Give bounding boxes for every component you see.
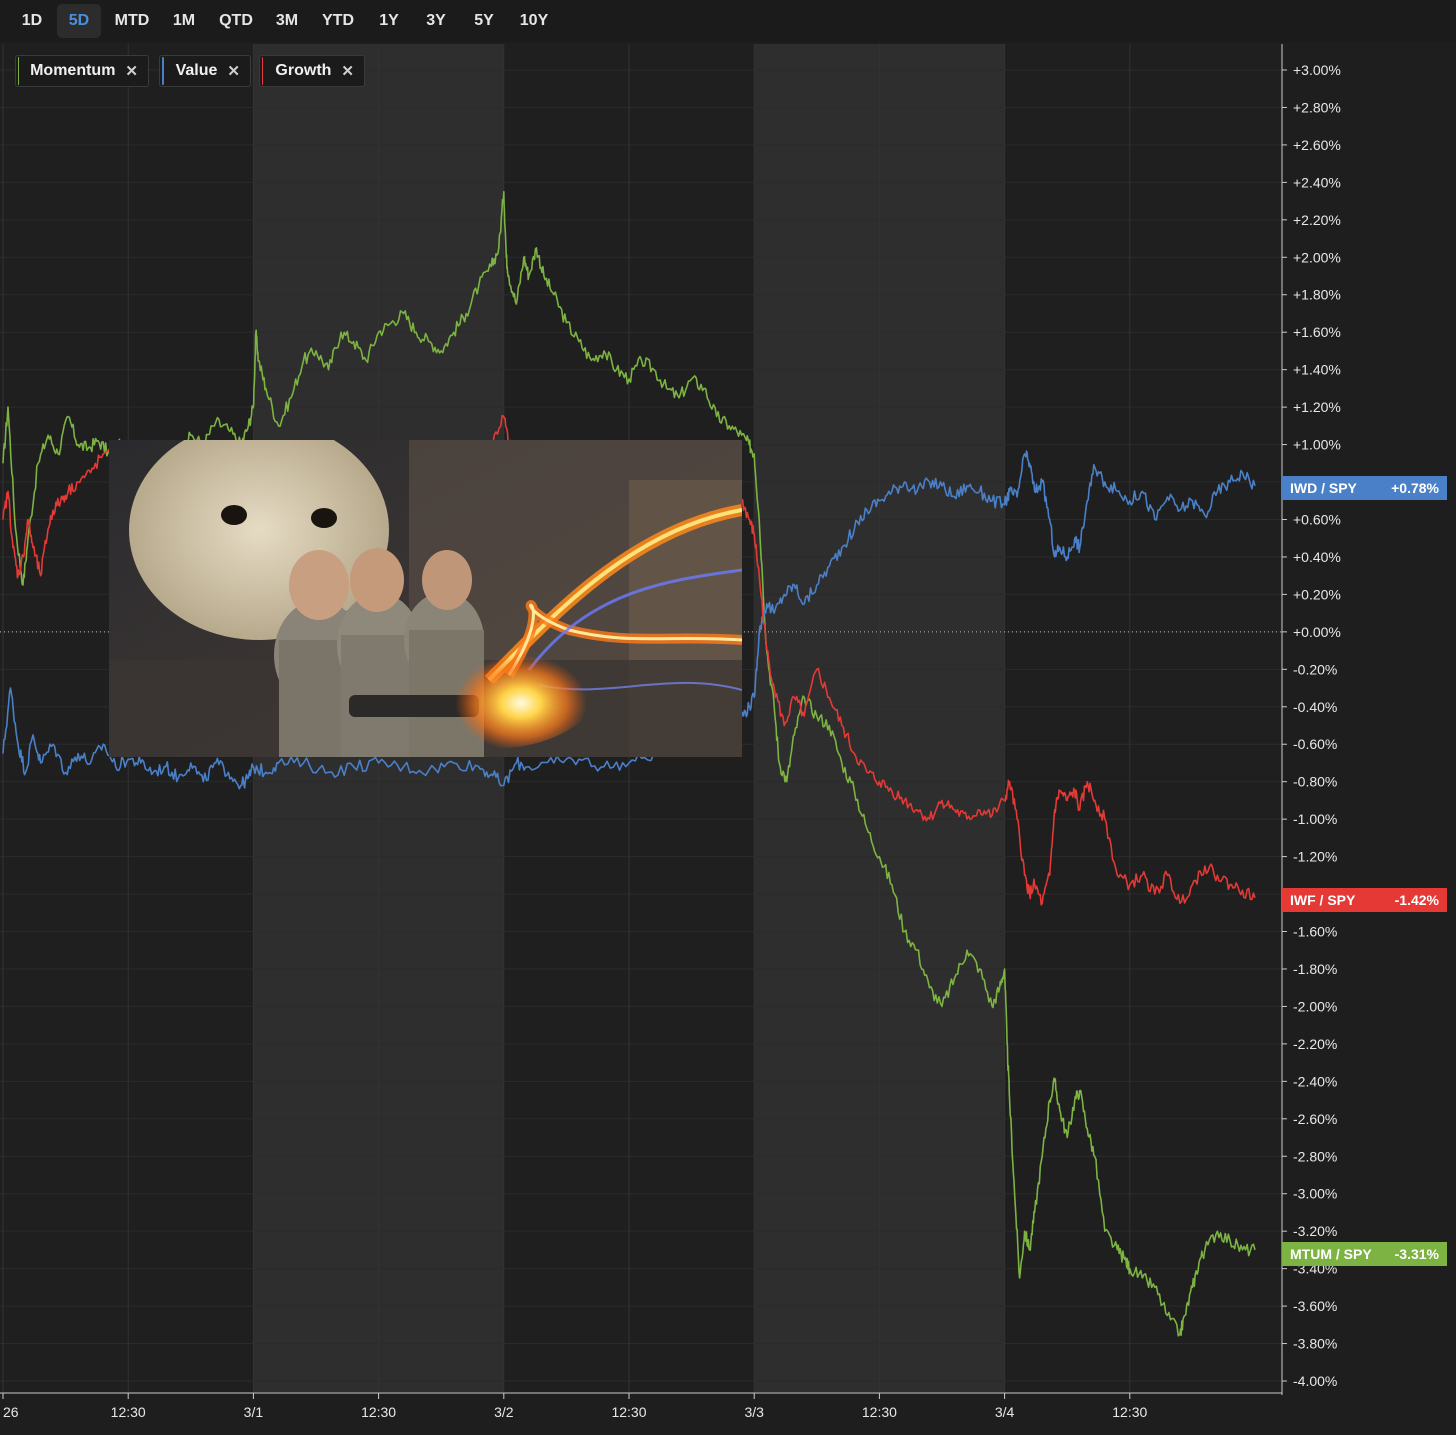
legend-swatch (262, 57, 264, 85)
y-tick-label: -0.20% (1293, 661, 1337, 677)
y-tick-label: +2.40% (1293, 174, 1341, 190)
series-tag-name: IWD / SPY (1290, 480, 1357, 496)
series-tag-value: +0.78% (1391, 480, 1439, 496)
y-tick-label: -2.80% (1293, 1148, 1337, 1164)
y-tick-label: +1.20% (1293, 399, 1341, 415)
y-tick-label: -3.00% (1293, 1186, 1337, 1202)
y-tick-label: -0.40% (1293, 699, 1337, 715)
y-tick-label: -2.20% (1293, 1036, 1337, 1052)
y-tick-label: +0.20% (1293, 586, 1341, 602)
y-tick-label: -2.60% (1293, 1111, 1337, 1127)
y-tick-label: +1.40% (1293, 362, 1341, 378)
y-tick-label: -2.40% (1293, 1073, 1337, 1089)
legend-label: Momentum (30, 62, 116, 79)
legend-label: Value (175, 62, 218, 79)
x-tick-label: 3/2 (494, 1404, 514, 1420)
x-tick-label: 26 (3, 1404, 19, 1420)
y-tick-label: -0.60% (1293, 736, 1337, 752)
y-tick-label: -1.00% (1293, 811, 1337, 827)
series-tag-value: -3.31% (1394, 1246, 1439, 1262)
y-tick-label: +2.80% (1293, 99, 1341, 115)
x-tick-label: 12:30 (1112, 1404, 1147, 1420)
y-tick-label: -0.80% (1293, 774, 1337, 790)
close-icon[interactable]: ✕ (125, 62, 138, 80)
y-tick-label: -1.80% (1293, 961, 1337, 977)
legend-label: Growth (275, 62, 332, 79)
legend-chip-growth[interactable]: Growth ✕ (259, 55, 365, 87)
y-tick-label: +1.80% (1293, 287, 1341, 303)
y-tick-label: +2.20% (1293, 212, 1341, 228)
y-tick-label: -1.20% (1293, 849, 1337, 865)
x-tick-label: 12:30 (862, 1404, 897, 1420)
y-tick-label: +0.60% (1293, 511, 1341, 527)
y-tick-label: +1.60% (1293, 324, 1341, 340)
y-tick-label: -4.00% (1293, 1373, 1337, 1389)
legend-chip-value[interactable]: Value ✕ (159, 55, 251, 87)
close-icon[interactable]: ✕ (227, 62, 240, 80)
y-tick-label: -3.20% (1293, 1223, 1337, 1239)
series-value-tag: MTUM / SPY -3.31% (1282, 1242, 1447, 1266)
x-tick-label: 3/4 (995, 1404, 1015, 1420)
y-tick-label: -3.80% (1293, 1336, 1337, 1352)
series-tag-value: -1.42% (1394, 892, 1439, 908)
y-tick-label: -1.60% (1293, 924, 1337, 940)
x-tick-label: 12:30 (611, 1404, 646, 1420)
x-tick-label: 3/1 (244, 1404, 264, 1420)
y-tick-label: +3.00% (1293, 62, 1341, 78)
legend-swatch (162, 57, 164, 85)
y-tick-label: +2.00% (1293, 249, 1341, 265)
series-value-tag: IWD / SPY +0.78% (1282, 476, 1447, 500)
x-tick-label: 12:30 (111, 1404, 146, 1420)
series-tag-name: MTUM / SPY (1290, 1246, 1372, 1262)
y-tick-label: -2.00% (1293, 998, 1337, 1014)
x-tick-label: 12:30 (361, 1404, 396, 1420)
legend-chip-momentum[interactable]: Momentum ✕ (15, 55, 149, 87)
y-tick-label: +0.00% (1293, 624, 1341, 640)
y-tick-label: +0.40% (1293, 549, 1341, 565)
close-icon[interactable]: ✕ (341, 62, 354, 80)
y-tick-label: +1.00% (1293, 437, 1341, 453)
ghostbusters-meme-image (109, 440, 742, 757)
y-tick-label: +2.60% (1293, 137, 1341, 153)
series-tag-name: IWF / SPY (1290, 892, 1356, 908)
series-value-tag: IWF / SPY -1.42% (1282, 888, 1447, 912)
x-tick-label: 3/3 (744, 1404, 764, 1420)
y-tick-label: -3.60% (1293, 1298, 1337, 1314)
